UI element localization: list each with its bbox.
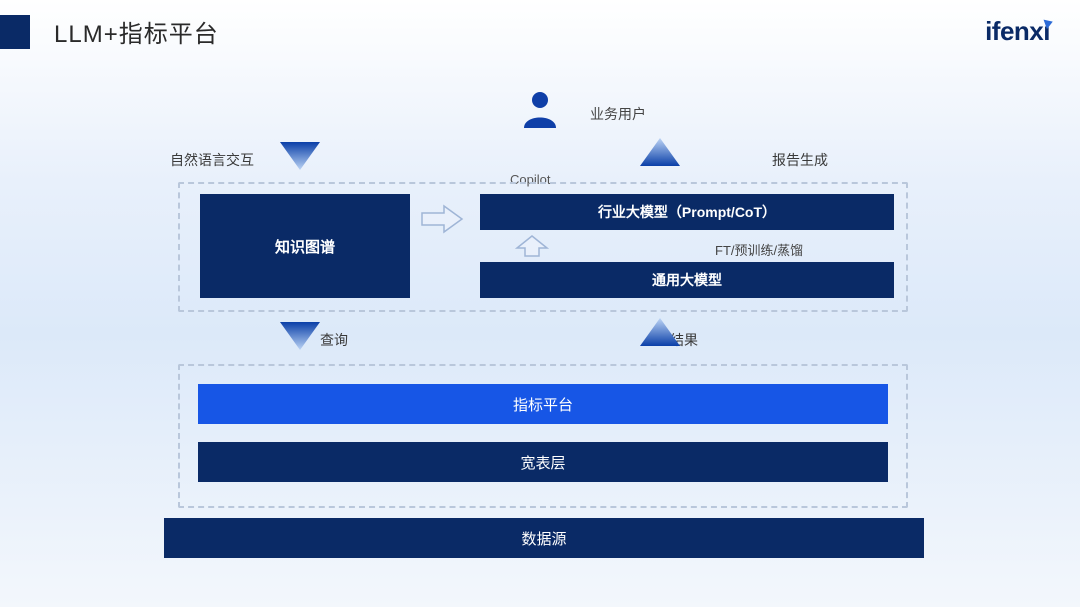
label-query: 查询 xyxy=(320,330,348,350)
box-knowledge-graph: 知识图谱 xyxy=(200,194,410,298)
title-wrap: LLM+指标平台 xyxy=(0,14,219,49)
user-icon xyxy=(520,88,560,133)
box-wide-table-layer: 宽表层 xyxy=(198,442,888,482)
brand-logo: ifenxi xyxy=(985,16,1050,47)
page-title: LLM+指标平台 xyxy=(54,14,219,49)
label-ft-pretrain-distill: FT/预训练/蒸馏 xyxy=(715,240,803,259)
box-data-source: 数据源 xyxy=(164,518,924,558)
header: LLM+指标平台 ifenxi xyxy=(0,0,1080,59)
title-accent-bar xyxy=(0,15,30,49)
user-label: 业务用户 xyxy=(590,104,646,124)
box-metric-platform: 指标平台 xyxy=(198,384,888,424)
arrow-right-icon xyxy=(420,204,464,234)
arrow-down-icon xyxy=(280,322,320,350)
diagram-stage: 业务用户 自然语言交互 报告生成 Copilot 知识图谱 行业大模型（Prom… xyxy=(0,64,1080,607)
arrow-down-icon xyxy=(280,142,320,170)
box-industry-model: 行业大模型（Prompt/CoT） xyxy=(480,194,894,230)
box-general-model: 通用大模型 xyxy=(480,262,894,298)
label-natural-language: 自然语言交互 xyxy=(170,150,254,170)
arrow-up-icon xyxy=(640,138,680,166)
arrow-up-outline-icon xyxy=(515,234,549,258)
label-report-gen: 报告生成 xyxy=(772,150,828,170)
